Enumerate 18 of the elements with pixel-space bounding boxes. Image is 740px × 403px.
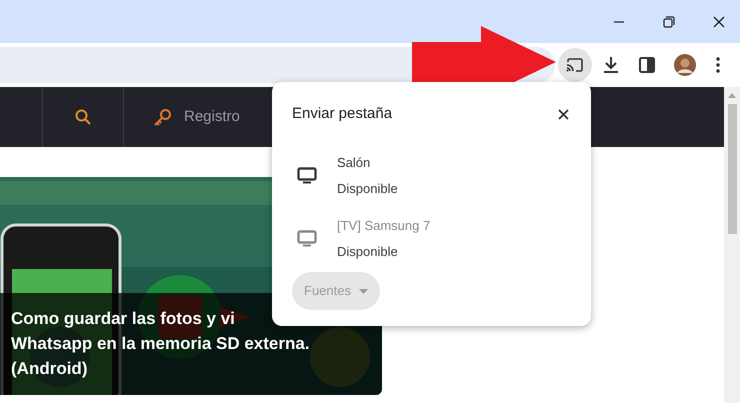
side-panel-icon[interactable] bbox=[639, 57, 655, 73]
more-icon[interactable] bbox=[716, 57, 720, 73]
monitor-icon bbox=[297, 166, 317, 184]
download-icon[interactable] bbox=[602, 56, 620, 74]
register-link[interactable]: Registro bbox=[124, 87, 240, 147]
scrollbar-thumb[interactable] bbox=[728, 104, 736, 234]
device-name: Salón bbox=[337, 154, 372, 172]
key-icon bbox=[153, 108, 172, 126]
cast-icon bbox=[566, 58, 584, 72]
cast-button[interactable] bbox=[558, 48, 592, 82]
avatar-icon[interactable] bbox=[674, 54, 696, 76]
restore-icon[interactable] bbox=[663, 16, 675, 28]
close-icon[interactable] bbox=[713, 16, 725, 28]
dialog-title: Enviar pestaña bbox=[292, 104, 392, 124]
monitor-icon bbox=[297, 230, 317, 248]
close-icon[interactable] bbox=[558, 108, 569, 120]
scrollbar[interactable] bbox=[724, 87, 740, 403]
search-icon[interactable] bbox=[75, 109, 91, 125]
